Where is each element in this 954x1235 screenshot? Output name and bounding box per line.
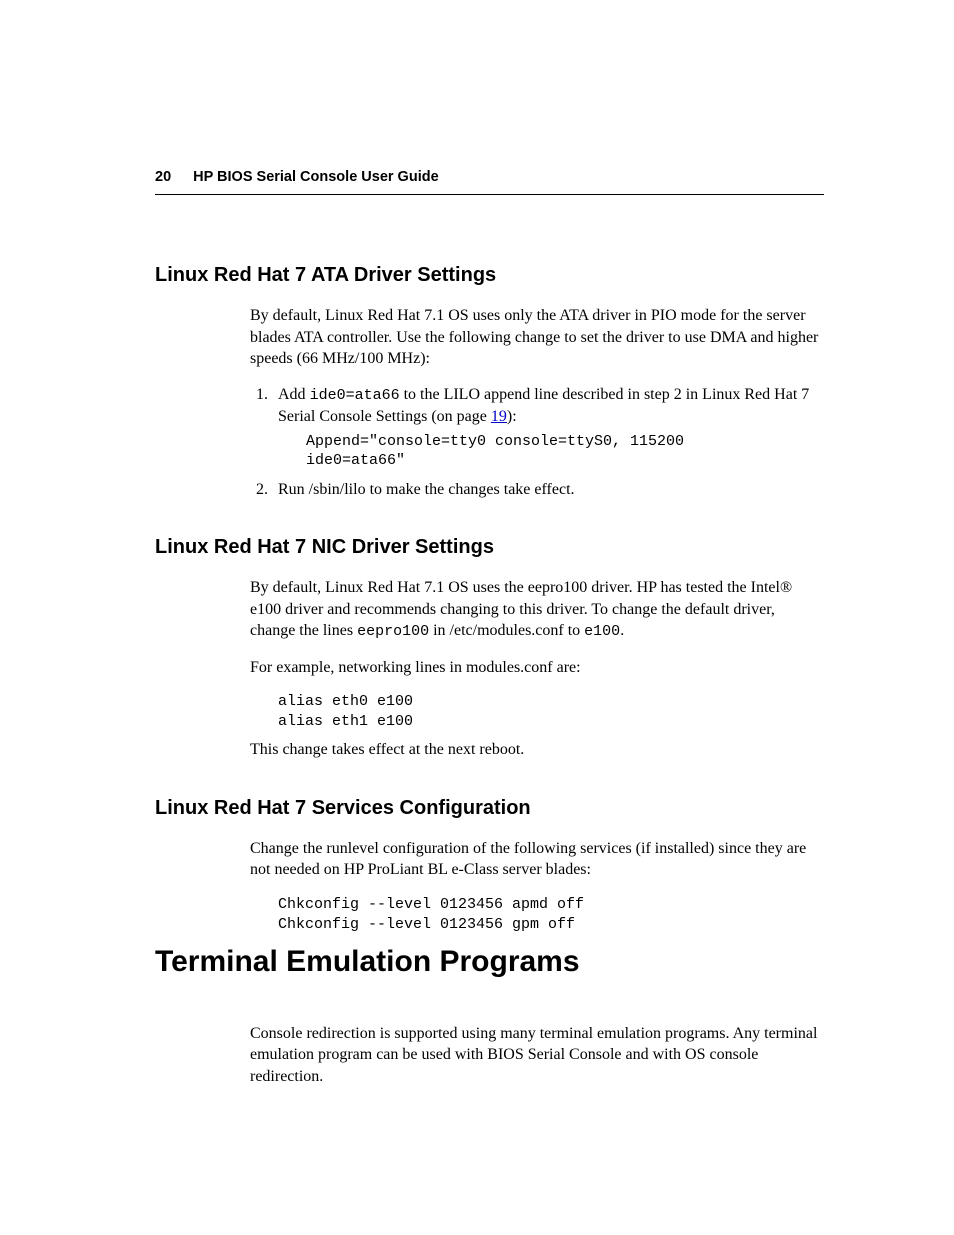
- code-block: Chkconfig --level 0123456 apmd off Chkco…: [278, 895, 824, 934]
- inline-code: e100: [584, 623, 620, 640]
- text: Add: [278, 386, 310, 403]
- text: ):: [507, 408, 517, 425]
- text: .: [620, 622, 624, 639]
- section-terminal-body: Console redirection is supported using m…: [250, 1023, 824, 1088]
- running-header: 20 HP BIOS Serial Console User Guide: [155, 168, 824, 195]
- page-content: Linux Red Hat 7 ATA Driver Settings By d…: [155, 168, 824, 1087]
- heading-nic-driver: Linux Red Hat 7 NIC Driver Settings: [155, 534, 824, 561]
- heading-services-config: Linux Red Hat 7 Services Configuration: [155, 795, 824, 822]
- para: By default, Linux Red Hat 7.1 OS uses th…: [250, 577, 824, 642]
- section-ata-body: By default, Linux Red Hat 7.1 OS uses on…: [250, 305, 824, 500]
- heading-terminal-emulation: Terminal Emulation Programs: [155, 942, 824, 983]
- inline-code: eepro100: [357, 623, 429, 640]
- list-item: Run /sbin/lilo to make the changes take …: [272, 479, 824, 501]
- list-item: Add ide0=ata66 to the LILO append line d…: [272, 384, 824, 471]
- header-title: HP BIOS Serial Console User Guide: [193, 169, 439, 185]
- para: For example, networking lines in modules…: [250, 657, 824, 679]
- code-block: Append="console=tty0 console=ttyS0, 1152…: [306, 432, 824, 471]
- para: Change the runlevel configuration of the…: [250, 838, 824, 881]
- section-services-body: Change the runlevel configuration of the…: [250, 838, 824, 934]
- para: By default, Linux Red Hat 7.1 OS uses on…: [250, 305, 824, 370]
- inline-code: ide0=ata66: [310, 387, 400, 404]
- para: Console redirection is supported using m…: [250, 1023, 824, 1088]
- code-block: alias eth0 e100 alias eth1 e100: [278, 692, 824, 731]
- page: 20 HP BIOS Serial Console User Guide Linu…: [0, 0, 954, 1235]
- para: This change takes effect at the next reb…: [250, 739, 824, 761]
- ordered-list: Add ide0=ata66 to the LILO append line d…: [250, 384, 824, 500]
- page-number: 20: [155, 169, 171, 185]
- heading-ata-driver: Linux Red Hat 7 ATA Driver Settings: [155, 262, 824, 289]
- page-link-19[interactable]: 19: [491, 408, 507, 425]
- text: in /etc/modules.conf to: [429, 622, 584, 639]
- section-nic-body: By default, Linux Red Hat 7.1 OS uses th…: [250, 577, 824, 761]
